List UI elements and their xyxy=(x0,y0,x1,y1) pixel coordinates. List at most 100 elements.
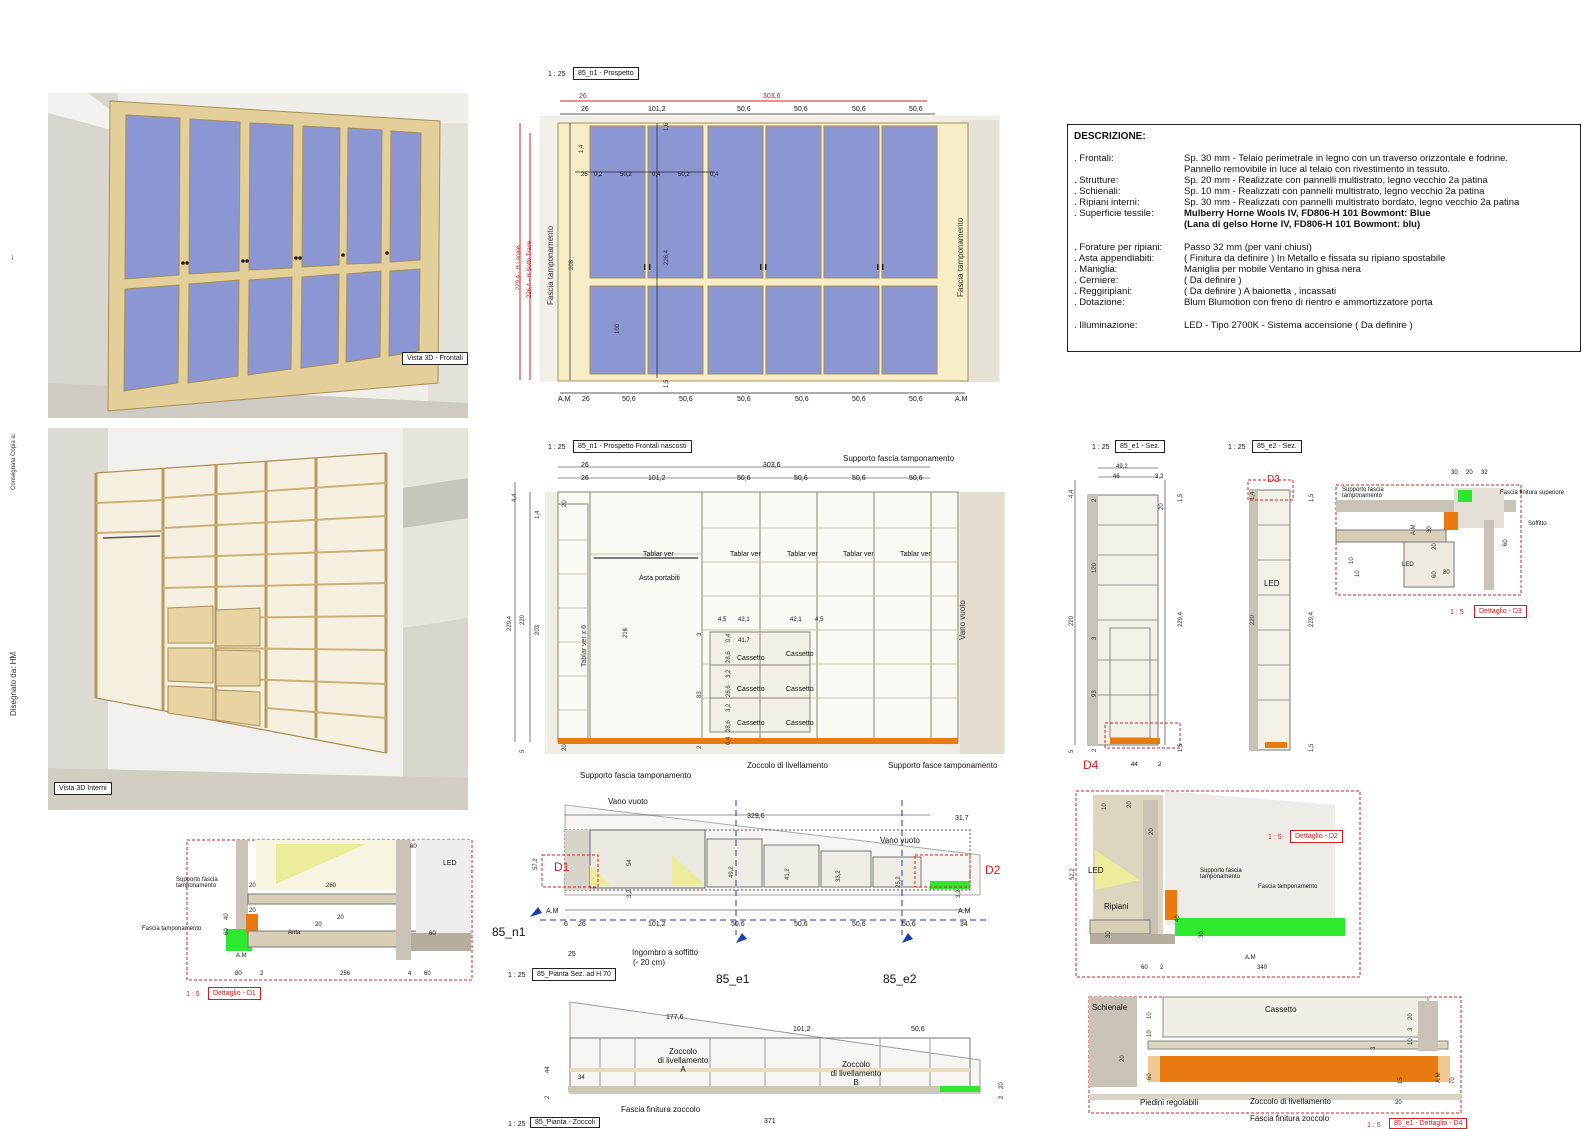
elev-dim-bottom-8: A.M xyxy=(955,396,968,403)
elev-dim-bottom-6: 50,6 xyxy=(852,396,866,403)
d2-label-ripiani: Ripiani xyxy=(1104,902,1129,911)
d1-dim-9: 2 xyxy=(260,971,264,977)
hidden-drawer-dim-8: 28,6 xyxy=(726,685,732,697)
plan-d2: D2 xyxy=(985,863,1001,877)
hidden-elevation-drawing xyxy=(514,466,1005,754)
tag-3d-interior: Vista 3D Interni xyxy=(54,782,112,795)
e1-dim-10: 1,5 xyxy=(1178,743,1184,752)
drawn-by: Disegnato da: HM xyxy=(9,651,18,716)
e1-dim-9: 229,4 xyxy=(1178,611,1184,627)
d2-dim-0: 10 xyxy=(1102,803,1108,810)
plan-vano-top: Vano vuoto xyxy=(608,797,648,806)
hidden-drawer-dim-0: 4,5 xyxy=(718,617,727,623)
elev-dim-bottom-7: 50,6 xyxy=(909,396,923,403)
elev-dim-top-4: 50,6 xyxy=(852,106,866,113)
d1-dim-8: 60 xyxy=(429,931,436,937)
d2-dim-6: 30 xyxy=(1106,931,1112,938)
e1-dim-7: 5 xyxy=(1069,749,1075,753)
elev-inner-3: 0,4 xyxy=(652,172,661,178)
hidden-drawer-dim-4: 41,7 xyxy=(738,638,750,644)
elev-dim-bottom-3: 50,6 xyxy=(679,396,693,403)
hidden-tablar-1: Tablar ver xyxy=(730,551,761,558)
elev-inner-6: 1,4 xyxy=(579,144,585,153)
d4-dim-5: 20 xyxy=(1408,1013,1414,1020)
zoccoli-dim-5: 2 xyxy=(545,1095,551,1099)
hidden-vdim-8: 20 xyxy=(562,500,568,507)
d2-label-led: LED xyxy=(1088,866,1104,875)
tag-hidden: 85_n1 - Prospetto Frontali nascosti xyxy=(573,440,692,453)
delivered-copy: Consegnata Copia a: xyxy=(11,433,17,490)
d2-dim-8: 2 xyxy=(1160,965,1164,971)
d3-dim-8: 20 xyxy=(1432,543,1438,550)
elev-inner-7: 1,6 xyxy=(664,122,670,131)
tag-plan: 85_Pianta Sez. ad H 70 xyxy=(532,968,616,981)
d3-dim-3: A.M xyxy=(1411,524,1417,535)
d2-dim-9: 340 xyxy=(1257,965,1268,971)
elev-h-trave: 226,4 - H Sotto Trave xyxy=(527,240,533,298)
hidden-supporto-bottom-right: Supporto fasce tamponamento xyxy=(888,761,998,770)
hidden-tablar-side: Tablar ver x 6 xyxy=(581,624,588,667)
hidden-drawer-dim-1: 42,1 xyxy=(738,617,750,623)
hidden-vdim-2: 229,4 xyxy=(507,615,513,631)
render-3d-interior xyxy=(48,428,468,810)
hidden-drawer-dim-5: 0,4 xyxy=(726,633,732,642)
elev-dim-top-3: 50,6 xyxy=(794,106,808,113)
elev-dim-top-2: 50,6 xyxy=(737,106,751,113)
hidden-zoccolo: Zoccolo di livellamento xyxy=(747,761,828,770)
description-title: DESCRIZIONE: xyxy=(1074,131,1146,142)
hidden-cassetto-1: Cassetto xyxy=(786,651,814,658)
render-3d-front xyxy=(48,93,468,418)
elev-dim-bottom-2: 50,6 xyxy=(622,396,636,403)
d1-dim-12: 60 xyxy=(424,971,431,977)
e1-dim-1: 1,5 xyxy=(1178,493,1184,502)
plan-inner-3: 41,2 xyxy=(785,868,791,880)
d4-dim-11: 20 xyxy=(1395,1100,1402,1106)
e2-dim-0: 1,4 xyxy=(1250,491,1256,500)
e2-d3-label: D3 xyxy=(1267,474,1280,485)
d1-dim-0: 20 xyxy=(249,883,256,889)
hidden-drawer-dim-11: 0,4 xyxy=(726,736,732,745)
zoccoli-fascia: Fascia finitura zoccolo xyxy=(621,1105,701,1114)
d4-dim-3: 60 xyxy=(1147,1073,1153,1080)
d4-dim-1: 20 xyxy=(1120,1055,1126,1062)
d3-dim-2: 32 xyxy=(1481,470,1488,476)
e1-dim-13: 20 xyxy=(1159,503,1165,510)
d3-dim-10: 80 xyxy=(1443,570,1450,576)
plan-bottom-6: 50,6 xyxy=(852,921,866,928)
hidden-scale: 1 : 25 xyxy=(548,444,566,451)
hidden-drawer-dim-7: 3,2 xyxy=(726,669,732,678)
zoccoli-dim-6: 20 xyxy=(999,1082,1005,1089)
section-e1-drawing xyxy=(1074,467,1181,749)
hidden-dim-row-2: 50,6 xyxy=(737,475,751,482)
elev-dim-bottom-4: 50,6 xyxy=(737,396,751,403)
e1-dim-8: 2 xyxy=(1092,748,1098,752)
d3-dim-0: 30 xyxy=(1451,470,1458,476)
e1-top-dim-2: 3,2 xyxy=(1155,474,1164,480)
hidden-vdim-0: 4,4 xyxy=(512,493,518,502)
e1-d4-label: D4 xyxy=(1083,758,1099,772)
margin-mark: i xyxy=(12,256,14,262)
d3-label-led: LED xyxy=(1402,562,1414,568)
d3-dim-9: 60 xyxy=(1432,571,1438,578)
plan-inner-0: 57,2 xyxy=(533,858,539,870)
elev-dim-bottom-5: 50,6 xyxy=(795,396,809,403)
hidden-vdim-6: 5 xyxy=(520,749,526,753)
e2-dim-1: 1,5 xyxy=(1309,493,1315,502)
d4-dim-6: 3 xyxy=(1408,1027,1414,1031)
elev-inner-2: 50,2 xyxy=(620,172,632,178)
plan-e1-marker: 85_e1 xyxy=(716,972,750,986)
elevation-drawing xyxy=(519,100,1000,394)
elev-dim-red-top: 303,6 xyxy=(763,93,781,100)
plan-bottom-2: 26 xyxy=(578,921,586,928)
hidden-dim-row-0: 26 xyxy=(581,475,589,482)
d3-dim-6: 10 xyxy=(1349,557,1355,564)
tag-elevation: 85_n1 - Prospetto xyxy=(573,67,639,80)
plan-n1-marker: 85_n1 xyxy=(492,925,526,939)
hidden-asta: Asta portabiti xyxy=(639,575,680,582)
d1-label-anta: Anta xyxy=(288,930,301,936)
d4-dim-0: 10 xyxy=(1147,1012,1153,1019)
hidden-vdim-9: 20 xyxy=(562,744,568,751)
plan-bottom-8: A.M xyxy=(958,908,971,915)
description-box: DESCRIZIONE: . Frontali: Sp. 30 mm - Tela… xyxy=(1067,124,1581,352)
e1-dim-5: 220 xyxy=(1069,615,1075,626)
